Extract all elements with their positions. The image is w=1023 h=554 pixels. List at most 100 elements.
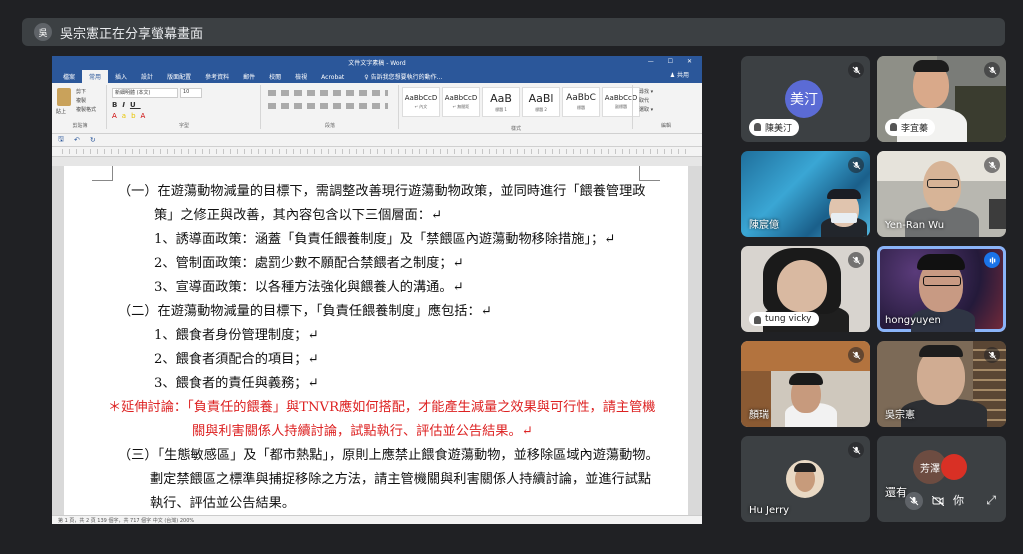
- undo-icon[interactable]: ↶: [74, 136, 80, 144]
- camera-off-icon[interactable]: [929, 492, 947, 510]
- style-preview: AaBbC: [566, 93, 596, 103]
- style-name: ↵ 無間距: [452, 104, 470, 109]
- replace-button[interactable]: 取代: [639, 97, 649, 104]
- ribbon: 貼上 剪下 複製 複製格式 剪貼簿 新細明體 (本文) 10 BIU AabA …: [52, 83, 702, 134]
- mic-off-icon: [984, 157, 1000, 173]
- mic-off-icon: [848, 442, 864, 458]
- document-line: 2、管制面政策：處罰少數不願配合禁餵者之制度；↵: [154, 256, 464, 271]
- tab-acrobat[interactable]: Acrobat: [314, 72, 351, 83]
- document-line: 1、誘導面政策：涵蓋「負責任餵養制度」及「禁餵區內遊蕩動物移除措施」；↵: [154, 232, 616, 247]
- you-label: 你: [953, 494, 964, 507]
- expand-icon[interactable]: ⤢: [986, 493, 996, 508]
- font-color-buttons[interactable]: AabA: [112, 112, 150, 120]
- style-heading-2[interactable]: AaBl 標題 2: [522, 87, 560, 117]
- participant-name: Hu Jerry: [749, 505, 790, 516]
- tab-mailings[interactable]: 郵件: [236, 70, 262, 83]
- style-normal[interactable]: AaBbCcD ↵ 內文: [402, 87, 440, 117]
- margin-mark: [639, 166, 660, 181]
- document-line: 執行、評估並公告結果。: [150, 496, 296, 511]
- document-line: 1、餵食者身份管理制度；↵: [154, 328, 319, 343]
- mic-off-icon: [848, 62, 864, 78]
- tab-layout[interactable]: 版面配置: [160, 70, 198, 83]
- format-painter-button[interactable]: 複製格式: [76, 106, 96, 113]
- style-preview: AaBl: [528, 91, 554, 105]
- participant-tile[interactable]: 陳宸億: [741, 151, 870, 237]
- tab-home[interactable]: 常用: [82, 70, 109, 83]
- paste-label[interactable]: 貼上: [56, 108, 66, 115]
- find-button[interactable]: 尋找 ▾: [639, 88, 653, 95]
- style-heading-1[interactable]: AaB 標題 1: [482, 87, 520, 117]
- paragraph-group: 段落: [262, 85, 399, 129]
- ruler-ticks: [62, 149, 692, 154]
- style-preview: AaBbCcD: [404, 94, 438, 102]
- word-title: 文件文字素稿 - Word: [348, 60, 406, 67]
- mic-off-icon: [848, 157, 864, 173]
- document-line: 2、餵食者須配合的項目；↵: [154, 352, 319, 367]
- more-participants-tile[interactable]: 芳澤 還有 你 ⤢: [877, 436, 1006, 522]
- paragraph-label: 段落: [324, 123, 335, 129]
- document-line: （一）在遊蕩動物減量的目標下，需調整改善現行遊蕩動物政策，並同時進行「餵養管理政: [118, 184, 646, 199]
- copy-button[interactable]: 複製: [76, 97, 86, 104]
- select-button[interactable]: 選取 ▾: [639, 106, 653, 113]
- document-page[interactable]: （一）在遊蕩動物減量的目標下，需調整改善現行遊蕩動物政策，並同時進行「餵養管理政…: [64, 166, 688, 516]
- document-line: 3、餵食者的責任與義務；↵: [154, 376, 319, 391]
- save-icon[interactable]: 🖫: [58, 135, 64, 146]
- ribbon-tabs: 檔案 常用 插入 設計 版面配置 參考資料 郵件 校閱 檢視 Acrobat ♀…: [52, 69, 702, 83]
- align-buttons[interactable]: [268, 103, 388, 109]
- style-name: ↵ 內文: [414, 104, 428, 109]
- more-participants-label: 還有: [885, 486, 907, 499]
- status-bar: 第 1 頁，共 2 頁 139 個字，共 717 個字 中文 (台灣) 200%: [52, 515, 702, 524]
- tab-design[interactable]: 設計: [134, 70, 160, 83]
- tab-insert[interactable]: 插入: [108, 70, 134, 83]
- font-group: 新細明體 (本文) 10 BIU AabA 字型: [108, 85, 261, 129]
- participant-name: 吳宗憲: [885, 410, 915, 421]
- participant-tile[interactable]: Hu Jerry: [741, 436, 870, 522]
- list-buttons[interactable]: [268, 90, 388, 96]
- quick-access-toolbar: 🖫 ↶ ↻: [52, 134, 702, 147]
- document-line: 3、宣導面政策：以各種方法強化與餵養人的溝通。↵: [154, 280, 464, 295]
- presenting-banner: 吳 吳宗憲正在分享螢幕畫面: [22, 18, 1005, 46]
- participant-tile[interactable]: tung vicky: [741, 246, 870, 332]
- participant-name: 陳宸億: [749, 220, 779, 231]
- document-area: （一）在遊蕩動物減量的目標下，需調整改善現行遊蕩動物政策，並同時進行「餵養管理政…: [52, 166, 702, 516]
- participant-tile-speaking[interactable]: hongyuyen: [877, 246, 1006, 332]
- font-name-select[interactable]: 新細明體 (本文): [112, 88, 178, 98]
- margin-mark: [92, 166, 113, 181]
- style-preview: AaB: [490, 91, 512, 105]
- document-line: 劃定禁餵區之標準與捕捉移除之方法，請主管機關與利害關係人持續討論，並進行試點: [150, 472, 652, 487]
- tab-view[interactable]: 檢視: [288, 70, 314, 83]
- participant-tile[interactable]: 李宜蓁: [877, 56, 1006, 142]
- participant-name: tung vicky: [749, 312, 819, 326]
- participant-name: Yen-Ran Wu: [885, 220, 945, 231]
- speaking-icon: [984, 252, 1000, 268]
- participant-tile[interactable]: 美汀 陳美汀: [741, 56, 870, 142]
- style-no-spacing[interactable]: AaBbCcD ↵ 無間距: [442, 87, 480, 117]
- mic-off-icon: [984, 347, 1000, 363]
- share-button[interactable]: ♟ 共用: [663, 68, 696, 81]
- redo-icon[interactable]: ↻: [90, 136, 96, 144]
- participant-name: 顏瑞: [749, 410, 769, 421]
- cut-button[interactable]: 剪下: [76, 88, 86, 95]
- tell-me-input[interactable]: ♀ 告訴我您想要執行的動作...: [357, 70, 449, 83]
- mic-off-icon[interactable]: [905, 492, 923, 510]
- styles-label: 樣式: [510, 126, 521, 132]
- participant-tile[interactable]: Yen-Ran Wu: [877, 151, 1006, 237]
- mic-off-icon: [984, 62, 1000, 78]
- tab-review[interactable]: 校閱: [262, 70, 288, 83]
- style-name: 標題: [577, 105, 585, 110]
- paste-icon[interactable]: [57, 88, 71, 106]
- font-format-buttons[interactable]: BIU: [112, 101, 141, 109]
- style-title[interactable]: AaBbC 標題: [562, 87, 600, 117]
- window-controls[interactable]: — ☐ ✕: [648, 58, 698, 65]
- participant-tile[interactable]: 顏瑞: [741, 341, 870, 427]
- avatar: [941, 454, 967, 480]
- participant-tile[interactable]: 吳宗憲: [877, 341, 1006, 427]
- document-line: 策」之修正與改善，其內容包含以下三個層面：↵: [154, 208, 442, 223]
- font-size-select[interactable]: 10: [180, 88, 202, 98]
- tab-file[interactable]: 檔案: [56, 70, 82, 83]
- ruler: [52, 147, 702, 157]
- shared-screen: 文件文字素稿 - Word — ☐ ✕ 檔案 常用 插入 設計 版面配置 參考資…: [52, 56, 702, 524]
- tab-references[interactable]: 參考資料: [198, 70, 236, 83]
- clipboard-group: 貼上 剪下 複製 複製格式 剪貼簿: [54, 85, 107, 129]
- style-name: 標題 2: [535, 106, 547, 112]
